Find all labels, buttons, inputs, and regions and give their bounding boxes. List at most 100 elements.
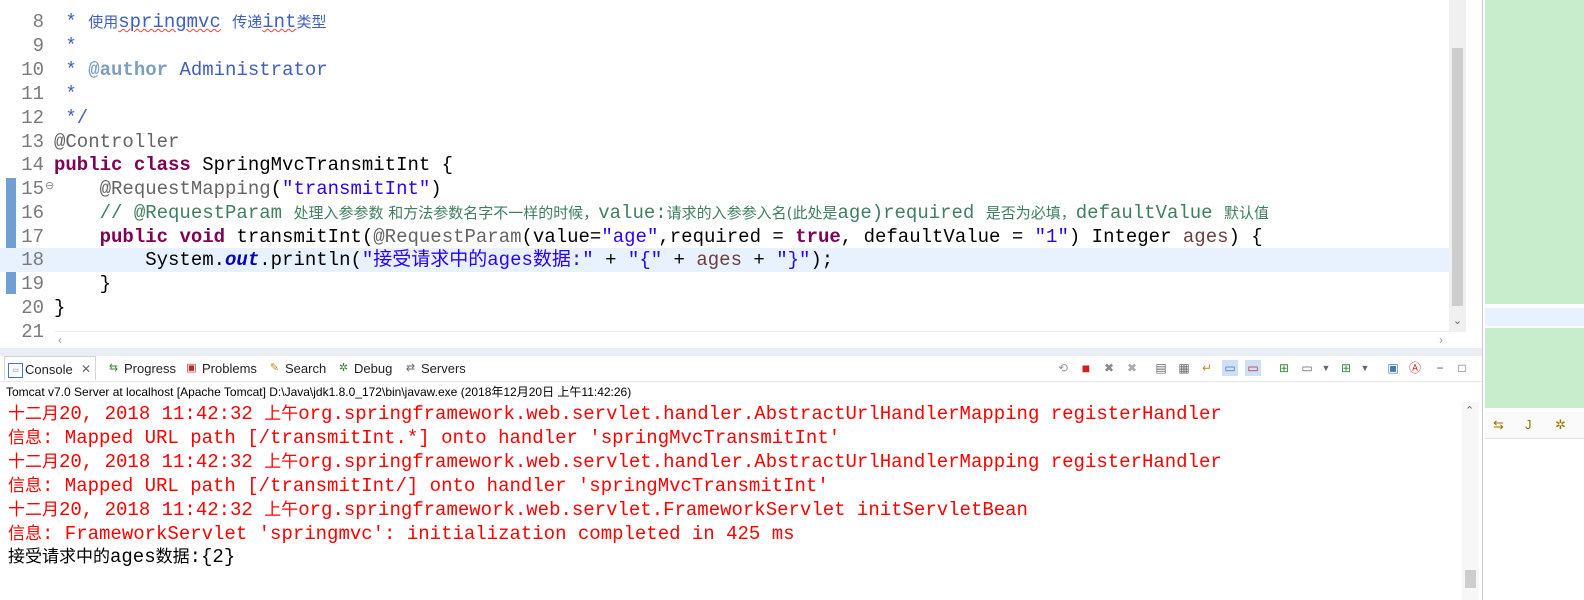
line-number: 16 — [21, 202, 44, 224]
console-text: 上午 — [264, 404, 299, 424]
remove-icon[interactable]: ✖ — [1101, 360, 1117, 376]
tab-problems[interactable]: ▣ Problems — [182, 356, 257, 381]
fold-toggle-icon[interactable]: ⊖ — [45, 175, 54, 199]
tab-servers[interactable]: ⇄ Servers — [401, 356, 466, 381]
scroll-left-arrow-icon[interactable]: ‹ — [58, 333, 62, 345]
code-token: void — [179, 226, 226, 248]
line-number: 15 — [21, 178, 44, 200]
code-token: 处理入参参数 和方法参数名字不一样的时候， — [293, 204, 599, 222]
settings-icon[interactable]: ✲ — [1555, 417, 1566, 433]
console-scroll-thumb[interactable] — [1465, 570, 1476, 588]
console-text: 数据 — [155, 547, 190, 567]
scroll-right-arrow-icon[interactable]: › — [1439, 333, 1443, 345]
editor-vertical-scrollbar[interactable] — [1449, 0, 1466, 332]
code-text: * — [54, 82, 76, 106]
code-token: class — [133, 154, 191, 176]
view-tab-bar: ▭ Console ✕ ⇆ Progress ▣ Problems ✎ Sear… — [0, 356, 1482, 382]
code-token: } — [54, 297, 66, 319]
side-pane-toolbar: ⇆ J ✲ — [1485, 412, 1584, 439]
console-text: 十二月 — [8, 500, 59, 520]
dropdown-icon[interactable]: ▼ — [1357, 360, 1373, 376]
code-text: * — [54, 34, 77, 58]
code-token: true — [795, 226, 841, 248]
display-console-icon[interactable]: ▭ — [1299, 360, 1315, 376]
code-line[interactable]: 11 * — [0, 82, 1450, 106]
code-line[interactable]: 17 public void transmitInt(@RequestParam… — [0, 225, 1450, 249]
tab-search[interactable]: ✎ Search — [265, 356, 326, 381]
code-token: + — [741, 249, 777, 271]
tab-label: Progress — [124, 361, 177, 376]
remove-all-icon[interactable]: ✖ — [1124, 360, 1140, 376]
line-number: 11 — [21, 83, 44, 105]
jrebel-icon[interactable]: Ⓐ — [1407, 360, 1423, 376]
code-token: age)required — [837, 202, 986, 224]
code-line[interactable]: 10 * @author Administrator — [0, 58, 1450, 82]
code-token: defaultValue — [1075, 202, 1224, 224]
console-text: : Mapped URL path [/transmitInt.*] onto … — [42, 427, 841, 449]
code-token: * — [54, 35, 77, 57]
maximize-icon[interactable]: □ — [1454, 360, 1470, 376]
code-text: System.out.println("接受请求中的ages数据:" + "{"… — [54, 248, 833, 272]
code-token: ( — [270, 178, 283, 200]
open-console-icon[interactable]: ⊞ — [1338, 360, 1354, 376]
console-line: 接受请求中的ages数据:{2} — [8, 545, 235, 569]
console-text: 上午 — [264, 500, 299, 520]
code-token: ) Integer — [1068, 226, 1183, 248]
code-token: 默认值 — [1224, 204, 1270, 222]
code-line[interactable]: 16 // @RequestParam 处理入参参数 和方法参数名字不一样的时候… — [0, 201, 1450, 225]
code-line[interactable]: 9 * — [0, 34, 1450, 58]
pin-console-icon[interactable]: ⊞ — [1276, 360, 1292, 376]
dropdown-icon[interactable]: ▼ — [1318, 360, 1334, 376]
scroll-lock-icon[interactable]: ▦ — [1176, 360, 1192, 376]
code-token: out — [225, 249, 260, 271]
clear-console-icon[interactable]: ▤ — [1153, 360, 1169, 376]
outline-icon[interactable]: ▣ — [1385, 360, 1401, 376]
console-line: 十二月20, 2018 11:42:32 上午org.springframewo… — [8, 402, 1222, 426]
code-line[interactable]: 13 @Controller — [0, 130, 1450, 154]
code-token: */ — [54, 107, 89, 129]
code-token: ); — [810, 249, 834, 271]
show-stderr-icon[interactable]: ▭ — [1245, 360, 1261, 376]
console-text: 接受请求中的 — [8, 547, 110, 567]
code-line[interactable]: 14 public class SpringMvcTransmitInt { — [0, 153, 1450, 177]
code-token: @Controller — [54, 131, 180, 153]
show-stdout-icon[interactable]: ▭ — [1222, 360, 1238, 376]
console-text: 信息 — [8, 524, 42, 544]
code-line[interactable]: 20} — [0, 296, 1450, 320]
code-line[interactable]: 12 */ — [0, 106, 1450, 130]
code-token: (value= — [521, 226, 602, 248]
console-line: 十二月20, 2018 11:42:32 上午org.springframewo… — [8, 450, 1222, 474]
side-pane-current-line — [1485, 308, 1584, 326]
code-line[interactable]: 18 System.out.println("接受请求中的ages数据:" + … — [0, 248, 1450, 272]
terminate-icon[interactable]: ■ — [1078, 360, 1094, 376]
console-output[interactable]: 十二月20, 2018 11:42:32 上午org.springframewo… — [0, 402, 1462, 600]
console-text: 20, 2018 11:42:32 — [59, 499, 265, 521]
code-editor[interactable]: 8 * 使用springmvc 传递int类型 9 * 10 * @author A… — [0, 0, 1466, 345]
minimize-icon[interactable]: − — [1432, 360, 1448, 376]
java-icon[interactable]: J — [1525, 417, 1532, 432]
scroll-down-arrow-icon[interactable]: ⌄ — [1449, 314, 1466, 332]
close-icon[interactable]: ✕ — [81, 357, 91, 382]
word-wrap-icon[interactable]: ↵ — [1199, 360, 1215, 376]
tab-console[interactable]: ▭ Console ✕ — [4, 356, 96, 380]
console-text: 信息 — [8, 476, 42, 496]
code-line[interactable]: 8 * 使用springmvc 传递int类型 — [0, 10, 1450, 34]
code-token: springmvc — [118, 11, 221, 33]
editor-horizontal-scrollbar[interactable]: ‹ › — [54, 331, 1449, 345]
console-text: org.springframework.web.servlet.handler.… — [298, 403, 1222, 425]
code-token: 传递 — [232, 13, 263, 31]
tab-debug[interactable]: ✲ Debug — [334, 356, 392, 381]
code-line[interactable]: 15 ⊖ @RequestMapping("transmitInt") — [0, 177, 1450, 201]
pane-separator[interactable] — [0, 348, 1482, 356]
code-text: * @author Administrator — [54, 58, 327, 82]
code-line[interactable]: 19 } — [0, 272, 1450, 296]
link-icon[interactable]: ⇆ — [1493, 417, 1504, 433]
code-token: "age" — [601, 226, 659, 248]
editor-scroll-thumb[interactable] — [1452, 48, 1463, 306]
remove-launch-icon[interactable]: ⟲ — [1055, 360, 1071, 376]
console-vertical-scrollbar[interactable]: ⌃ — [1462, 402, 1479, 600]
scroll-up-arrow-icon[interactable]: ⌃ — [1465, 404, 1474, 417]
code-token: ) — [430, 178, 442, 200]
tab-progress[interactable]: ⇆ Progress — [104, 356, 176, 381]
